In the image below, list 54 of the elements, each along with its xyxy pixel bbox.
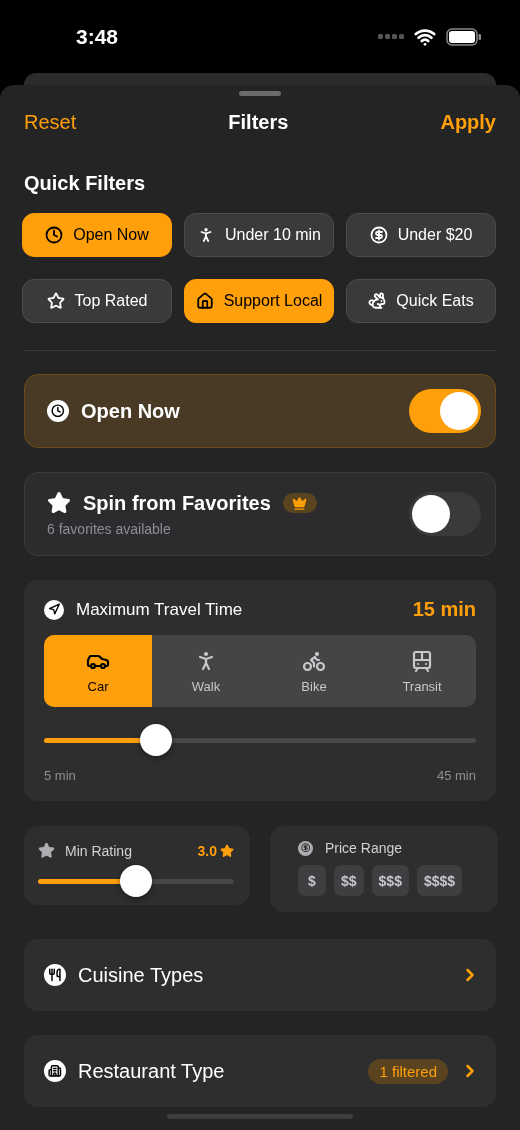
travel-mode-tab[interactable]: Walk	[152, 635, 260, 707]
star-icon	[47, 491, 71, 515]
price-option[interactable]: $$	[334, 865, 364, 896]
travel-time-value: 15 min	[412, 598, 476, 621]
house-icon	[195, 292, 214, 310]
toggle-label: Open Now	[81, 399, 180, 423]
rabbit-icon	[368, 292, 387, 310]
price-option[interactable]: $	[298, 865, 326, 896]
star-icon	[38, 842, 55, 859]
slider-min-label: 5 min	[44, 768, 76, 783]
star-icon	[46, 292, 65, 310]
rating-slider[interactable]	[38, 865, 234, 897]
filter-chip[interactable]: Under $20	[346, 213, 496, 257]
battery-icon	[446, 27, 482, 46]
price-option[interactable]: $$$	[371, 865, 409, 896]
filter-chip[interactable]: Quick Eats	[346, 279, 496, 323]
toggle-switch[interactable]	[409, 492, 481, 536]
grabber-handle[interactable]	[239, 91, 281, 96]
toggle-subtitle: 6 favorites available	[47, 521, 172, 537]
apply-button[interactable]: Apply	[440, 110, 496, 134]
travel-mode-tab[interactable]: Car	[44, 635, 152, 707]
section-title: Quick Filters	[24, 172, 147, 195]
dollar-icon	[369, 226, 388, 244]
slider-max-label: 45 min	[436, 768, 476, 783]
nav-row[interactable]: Restaurant Type 1 filtered	[24, 1035, 496, 1107]
building-icon	[44, 1060, 66, 1082]
star-icon	[220, 843, 234, 858]
filter-chip[interactable]: Support Local	[184, 279, 334, 323]
rating-value: 3.0	[197, 842, 217, 859]
filter-chip[interactable]: Under 10 min	[184, 213, 334, 257]
filter-chip[interactable]: Top Rated	[22, 279, 172, 323]
status-time: 3:48	[76, 24, 119, 49]
dollar-icon	[298, 840, 313, 856]
travel-mode-tab[interactable]: Bike	[260, 635, 368, 707]
filter-count-badge: 1 filtered	[368, 1058, 448, 1084]
row-label: Restaurant Type	[78, 1059, 225, 1083]
travel-slider[interactable]	[44, 724, 476, 756]
utensils-icon	[44, 964, 66, 986]
filter-chip[interactable]: Open Now	[22, 213, 172, 257]
toggle-label: Spin from Favorites	[83, 491, 271, 515]
toggle-switch[interactable]	[409, 389, 481, 433]
sheet-title: Filters	[228, 110, 289, 134]
row-label: Cuisine Types	[78, 963, 204, 987]
clock-icon	[45, 226, 64, 244]
reset-button[interactable]: Reset	[24, 110, 77, 134]
card-title: Price Range	[325, 840, 403, 856]
train-icon	[410, 648, 434, 673]
clock-icon	[47, 400, 69, 422]
card-title: Min Rating	[65, 842, 132, 859]
signal-icon	[378, 34, 404, 39]
price-option[interactable]: $$$$	[416, 865, 463, 896]
travel-mode-tab[interactable]: Transit	[368, 635, 476, 707]
nav-row[interactable]: Cuisine Types	[24, 939, 496, 1011]
card-title: Maximum Travel Time	[76, 599, 243, 620]
